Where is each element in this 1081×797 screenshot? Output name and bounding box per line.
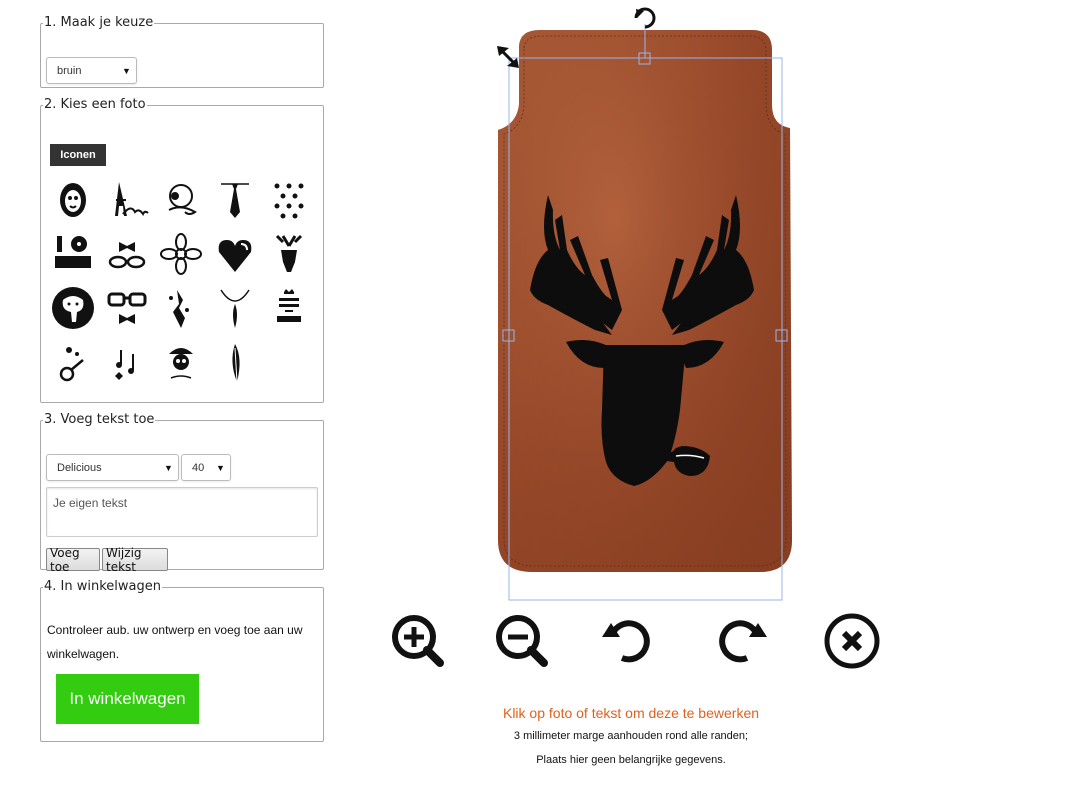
edit-hint: Klik op foto of tekst om deze te bewerke… — [502, 705, 760, 721]
rotate-left-icon[interactable] — [598, 611, 658, 671]
design-canvas — [497, 7, 792, 601]
rotate-right-icon[interactable] — [711, 611, 771, 671]
margin-hint-2: Plaats hier geen belangrijke gegevens. — [536, 754, 726, 766]
margin-hint: 3 millimeter marge aanhouden rond alle r… — [513, 730, 749, 742]
delete-icon[interactable] — [822, 611, 882, 671]
resize-handle-icon[interactable] — [497, 46, 519, 68]
zoom-out-icon[interactable] — [492, 611, 552, 671]
zoom-in-icon[interactable] — [388, 611, 448, 671]
